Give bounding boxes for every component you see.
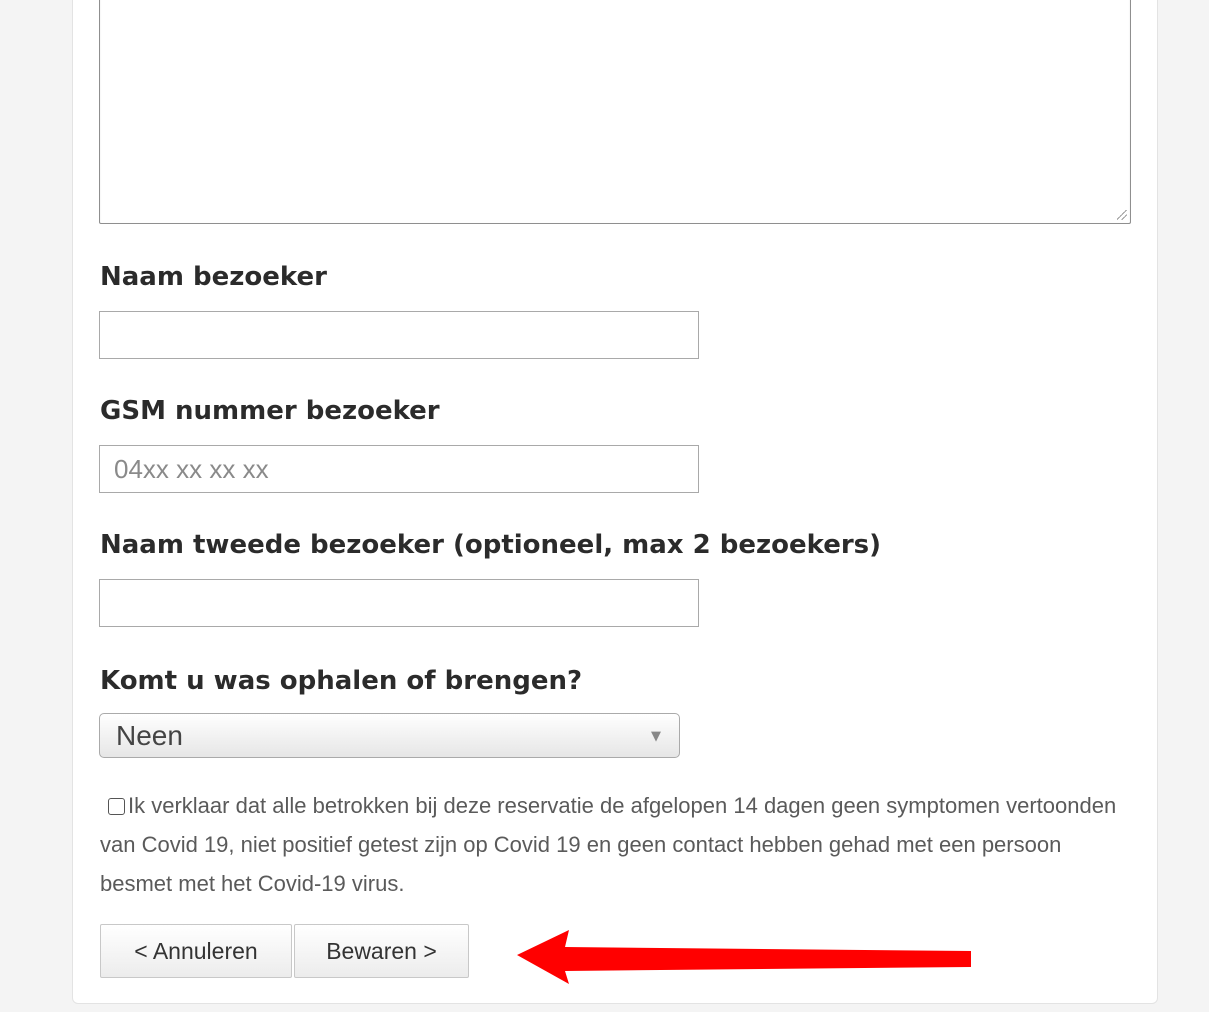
second-visitor-input[interactable] xyxy=(99,579,699,627)
phone-label: GSM nummer bezoeker xyxy=(100,396,440,426)
consent-checkbox[interactable] xyxy=(108,798,125,815)
comments-textarea[interactable] xyxy=(99,0,1131,224)
save-button[interactable]: Bewaren > xyxy=(294,924,469,978)
visitor-name-input[interactable] xyxy=(99,311,699,359)
phone-input[interactable] xyxy=(99,445,699,493)
consent-row: Ik verklaar dat alle betrokken bij deze … xyxy=(100,786,1130,903)
second-visitor-label: Naam tweede bezoeker (optioneel, max 2 b… xyxy=(100,530,882,560)
chevron-down-icon: ▼ xyxy=(651,729,661,744)
consent-text: Ik verklaar dat alle betrokken bij deze … xyxy=(100,793,1117,896)
cancel-button[interactable]: < Annuleren xyxy=(100,924,292,978)
left-arrow-icon xyxy=(517,930,971,984)
annotation-arrow xyxy=(517,930,971,984)
laundry-label: Komt u was ophalen of brengen? xyxy=(100,666,583,696)
laundry-select-value: Neen xyxy=(116,719,183,751)
visitor-name-label: Naam bezoeker xyxy=(100,262,327,292)
laundry-select[interactable]: Neen ▼ xyxy=(99,713,680,758)
resize-grip-icon[interactable] xyxy=(1117,210,1127,220)
